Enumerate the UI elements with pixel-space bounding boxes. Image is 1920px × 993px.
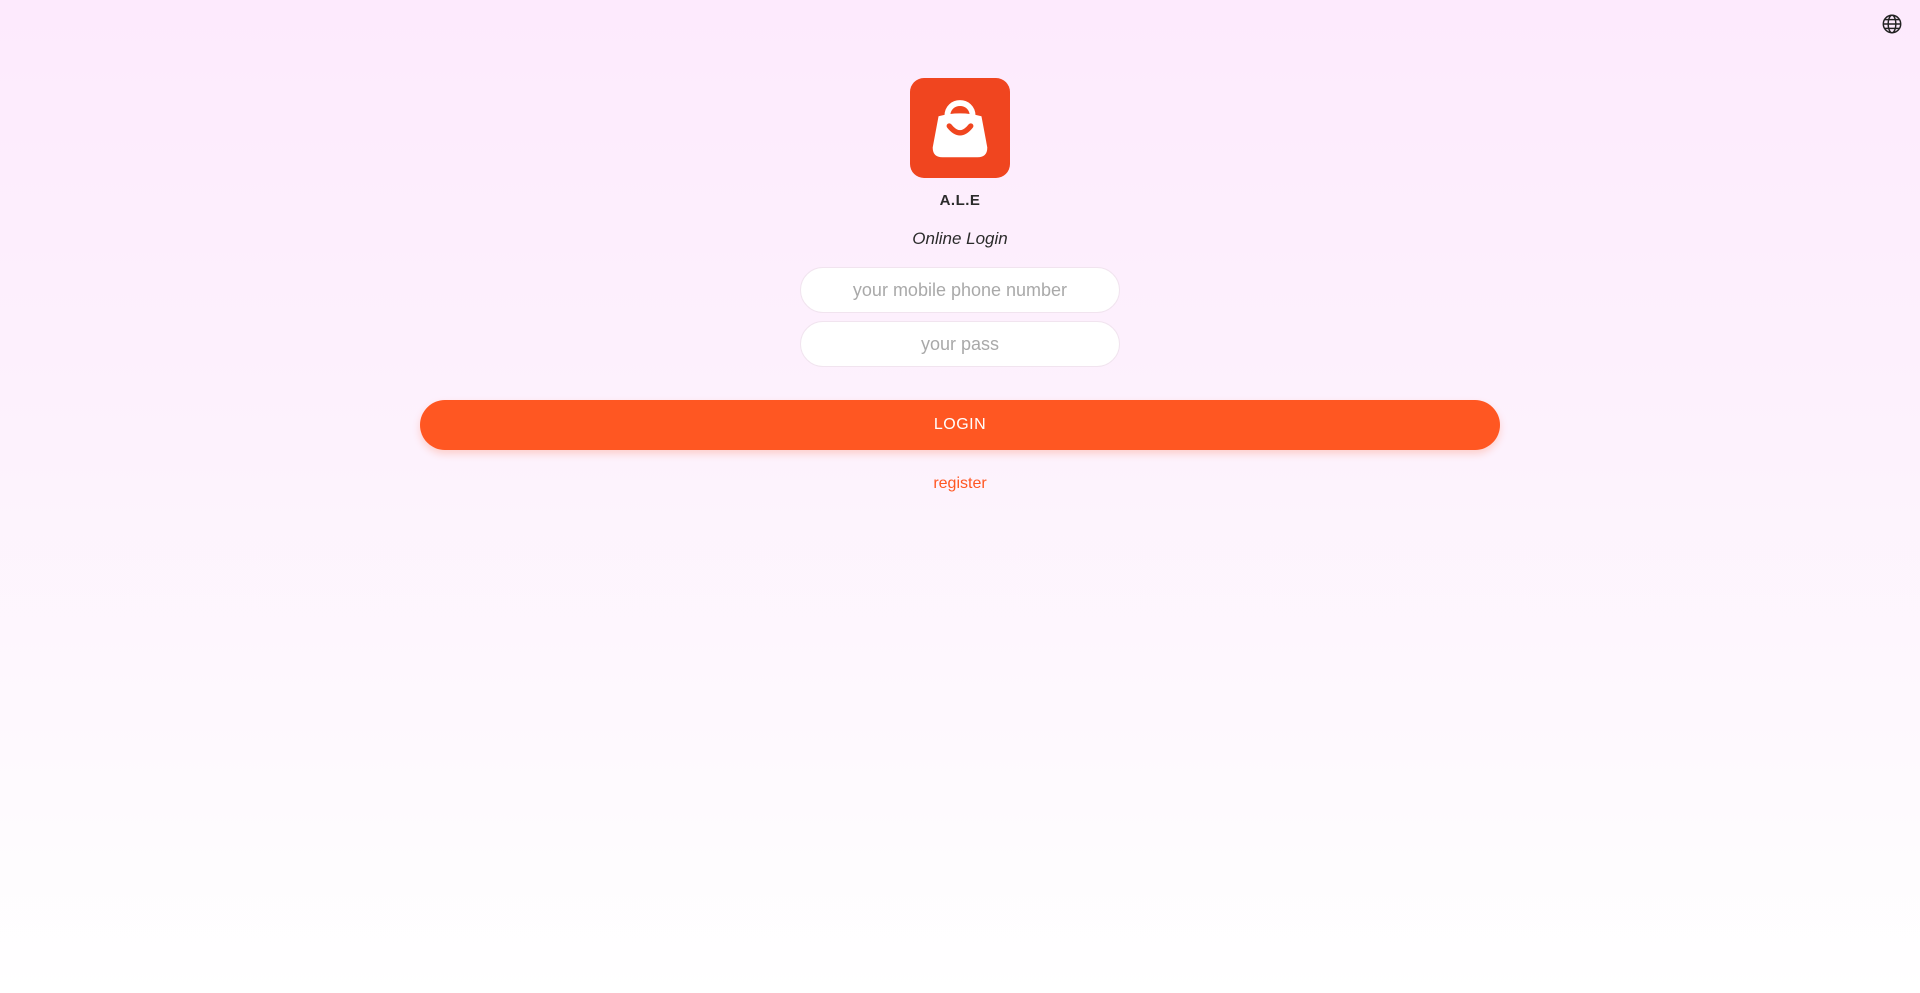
login-subtitle: Online Login — [912, 229, 1008, 248]
app-logo — [910, 78, 1010, 178]
shopping-bag-icon — [921, 87, 999, 170]
password-input[interactable] — [800, 321, 1120, 367]
phone-input[interactable] — [800, 267, 1120, 313]
register-link[interactable]: register — [933, 475, 986, 493]
login-button[interactable]: LOGIN — [420, 400, 1500, 450]
login-panel: A.L.E Online Login LOGIN register — [0, 0, 1920, 493]
brand-name: A.L.E — [939, 192, 981, 209]
